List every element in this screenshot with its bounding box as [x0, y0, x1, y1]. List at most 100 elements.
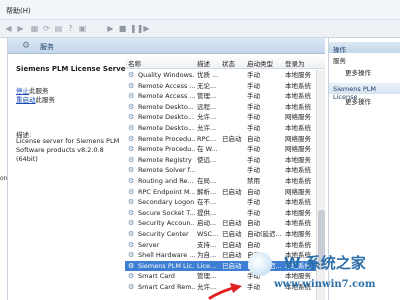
actions-header: 操作 [329, 42, 400, 54]
cell-desc: Lice... [197, 261, 217, 270]
tree-item-label[interactable]: on [0, 175, 7, 182]
cell-name: RPC Endpoint M... [138, 187, 195, 196]
cell-name: Secure Socket T... [138, 208, 195, 217]
cell-startup: 手动 [247, 71, 260, 79]
service-gear-icon: ⚙ [128, 282, 135, 291]
table-row[interactable]: ⚙ Remote Access ... 管理... 手动 本地系统 [125, 91, 325, 102]
service-gear-icon: ⚙ [128, 272, 135, 281]
table-row[interactable]: ⚙ Remote Deskto... 远程... 手动 本地系统 [125, 102, 325, 113]
cell-desc: 在不... [197, 198, 217, 207]
service-gear-icon: ⚙ [128, 229, 135, 238]
service-gear-icon: ⚙ [128, 166, 135, 175]
service-gear-icon: ⚙ [128, 261, 135, 270]
column-log-on-as[interactable]: 登录为 [285, 58, 305, 68]
column-description[interactable]: 描述 [197, 58, 210, 68]
restart-service-link-line: 重启动此服务 [16, 94, 55, 104]
column-name[interactable]: 名称 [128, 58, 141, 68]
cell-name: Smart Card [138, 272, 175, 281]
cell-desc: 优质 ... [197, 71, 219, 79]
cell-name: Remote Access ... [138, 92, 195, 101]
restart-service-icon[interactable]: ▶ [142, 23, 151, 34]
table-row[interactable]: ⚙ Remote Procedu... 在 W... 手动 网络服务 [125, 144, 325, 155]
service-gear-icon: ⚙ [128, 176, 135, 185]
cell-name: Secondary Logon [138, 198, 195, 207]
cell-startup: 自动 [247, 134, 260, 143]
cell-name: Siemens PLM Lic... [138, 261, 195, 270]
table-row[interactable]: ⚙ Remote Solver f... 手动 本地系统 [125, 165, 325, 176]
column-startup-type[interactable]: 启动类型 [247, 58, 273, 68]
cell-startup: 自动(延迟... [247, 229, 282, 238]
table-row[interactable]: ⚙ Remote Procedu... RPC... 已启动 自动 网络服务 [125, 134, 325, 145]
service-gear-icon: ⚙ [128, 92, 135, 101]
cell-startup: 手动 [247, 208, 260, 217]
cell-desc: 无论... [197, 81, 217, 90]
help-icon[interactable]: ? [66, 23, 75, 34]
service-gear-icon: ⚙ [128, 187, 135, 196]
cell-startup: 手动 [247, 166, 260, 175]
cell-name: Security Center [138, 229, 189, 238]
cell-status: 已启动 [222, 134, 242, 143]
cell-name: Remote Solver f... [138, 166, 195, 175]
table-row[interactable]: ⚙ Quality Windows... 优质 ... 手动 本地服务 [125, 70, 325, 81]
page-title: 服务 [40, 43, 54, 51]
forward-icon[interactable]: ▶ [16, 23, 25, 34]
more-actions-link[interactable]: 更多操作 [345, 67, 371, 77]
cell-name: Security Accoun... [138, 219, 195, 228]
site-watermark: W 系统之家 www.winwin7.com [238, 248, 400, 300]
table-row[interactable]: ⚙ RPC Endpoint M... 解析... 已启动 自动 网络服务 [125, 187, 325, 198]
cell-desc: 在局... [197, 176, 217, 185]
back-icon[interactable]: ◀ [4, 23, 13, 34]
service-gear-icon: ⚙ [128, 145, 135, 154]
refresh-icon[interactable]: ⟳ [42, 23, 51, 34]
cell-desc: 提供... [197, 208, 217, 217]
table-row[interactable]: ⚙ Security Center WSC... 已启动 自动(延迟... 本地服务 [125, 229, 325, 240]
stop-service-icon[interactable]: ■ [118, 23, 127, 34]
table-row[interactable]: ⚙ Remote Registry 使远... 手动 本地服务 [125, 155, 325, 166]
actions-section-services[interactable]: 服务 [333, 55, 346, 65]
service-gear-icon: ⚙ [128, 155, 135, 164]
watermark-logo-icon [248, 252, 272, 276]
cell-desc: WSC... [197, 229, 219, 238]
start-service-icon[interactable]: ▶ [106, 23, 115, 34]
table-row[interactable]: ⚙ Secure Socket T... 提供... 手动 本地服务 [125, 208, 325, 219]
actions-section-selected[interactable]: Siemens PLM License ... [329, 83, 400, 101]
service-name: Siemens PLM License Server [16, 65, 129, 73]
cell-desc: 远程... [197, 102, 217, 111]
export-icon[interactable]: ▤ [54, 23, 63, 34]
table-row[interactable]: ⚙ Remote Deskto... 允许... 手动 网络服务 [125, 112, 325, 123]
table-row[interactable]: ⚙ Routing and Re... 在局... 禁用 本地系统 [125, 176, 325, 187]
services-header: ⚙ 服务 [8, 38, 325, 54]
table-row[interactable]: ⚙ Secondary Logon 在不... 手动 本地系统 [125, 197, 325, 208]
cell-name: Remote Registry [138, 155, 192, 164]
service-gear-icon: ⚙ [128, 134, 135, 143]
console-tree-pane: on [0, 38, 8, 300]
column-status[interactable]: 状态 [222, 58, 235, 68]
pause-service-icon[interactable]: ❚❚ [130, 23, 143, 34]
more-actions-link-selected[interactable]: 更多操作 [345, 96, 371, 106]
service-gear-icon: ⚙ [128, 251, 135, 260]
cell-name: Remote Procedu... [138, 134, 195, 143]
cell-desc: 管理... [197, 272, 217, 281]
table-row[interactable]: ⚙ Remote Deskto... 允许... 手动 本地系统 [125, 123, 325, 134]
properties-icon[interactable]: ▣ [78, 23, 87, 34]
cell-startup: 禁用 [247, 176, 260, 185]
cell-status: 已启动 [222, 219, 242, 228]
cell-name: Shell Hardware ... [138, 251, 195, 260]
service-description: License server for Siemens PLM Software … [16, 137, 120, 163]
cell-startup: 手动 [247, 92, 260, 101]
restart-service-link[interactable]: 重启动 [16, 96, 36, 104]
menu-help[interactable]: 帮助(H) [6, 6, 31, 16]
cell-desc: RPC... [197, 134, 217, 143]
service-gear-icon: ⚙ [128, 113, 135, 122]
cell-name: Quality Windows... [138, 71, 195, 79]
grid-icon[interactable]: ▦ [30, 23, 39, 34]
cell-name: Remote Deskto... [138, 123, 194, 132]
cell-startup: 手动 [247, 155, 260, 164]
cell-startup: 手动 [247, 81, 260, 90]
table-row[interactable]: ⚙ Remote Access ... 无论... 手动 本地系统 [125, 81, 325, 92]
cell-name: Routing and Re... [138, 176, 194, 185]
cell-desc: 启动... [197, 219, 217, 228]
cell-name: Remote Deskto... [138, 113, 194, 122]
table-row[interactable]: ⚙ Security Accoun... 启动... 已启动 自动 本地系统 [125, 218, 325, 229]
cell-desc: 使远... [197, 155, 217, 164]
